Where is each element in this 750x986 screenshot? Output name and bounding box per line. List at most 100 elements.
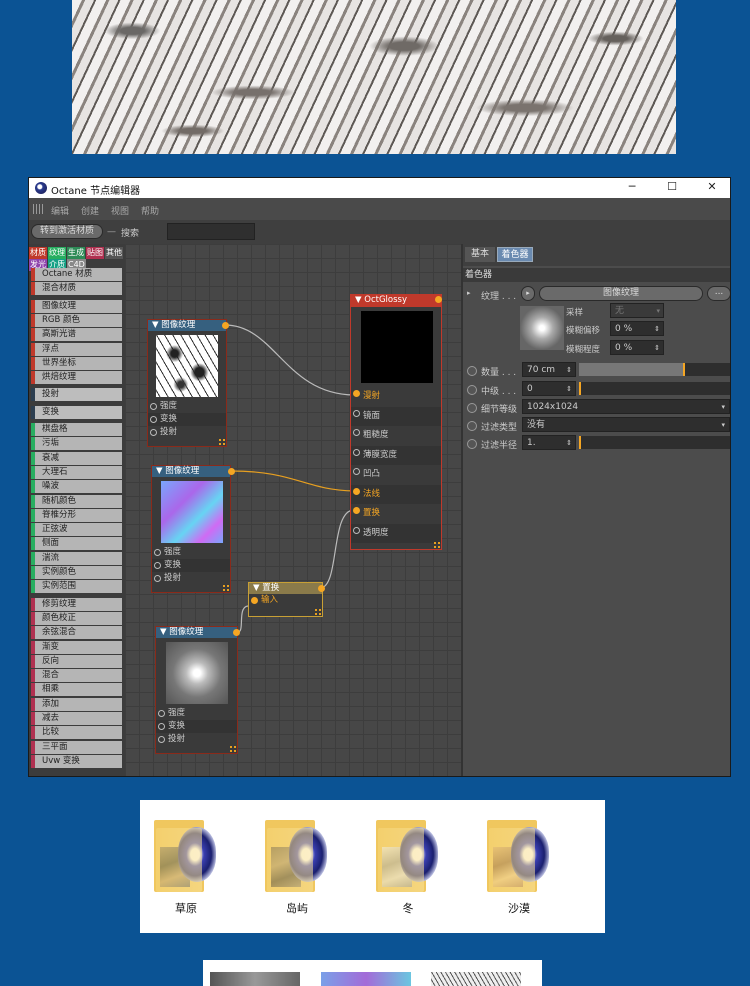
output-port[interactable]	[318, 585, 325, 592]
palette-item[interactable]: 反向	[31, 654, 122, 668]
palette-item[interactable]: 侧面	[31, 537, 122, 551]
pin-img2[interactable]: 变换	[152, 559, 230, 572]
search-input[interactable]	[167, 223, 255, 240]
palette-item[interactable]: 修剪纹理	[31, 597, 122, 611]
filter-radius-field[interactable]: 1. ⇕	[522, 435, 576, 450]
output-port[interactable]	[233, 629, 240, 636]
mid-slider[interactable]	[579, 382, 730, 395]
palette-item[interactable]: 比较	[31, 726, 122, 740]
palette-item[interactable]: 高斯光谱	[31, 328, 122, 342]
pin-glossy[interactable]: 置换	[351, 504, 441, 524]
palette-item[interactable]: 余弦混合	[31, 626, 122, 640]
palette-item[interactable]: 棋盘格	[31, 423, 122, 436]
palette-item[interactable]: 污垢	[31, 437, 122, 451]
palette-item[interactable]: 正弦波	[31, 523, 122, 537]
palette-item[interactable]: 噪波	[31, 480, 122, 494]
amount-radio[interactable]	[467, 366, 477, 376]
palette-item[interactable]: 混合	[31, 669, 122, 683]
output-port[interactable]	[222, 322, 229, 329]
palette-item[interactable]: 浮点	[31, 342, 122, 356]
palette-item[interactable]: 世界坐标	[31, 356, 122, 370]
palette-item[interactable]: 随机颜色	[31, 494, 122, 508]
resize-grip-icon[interactable]	[230, 746, 236, 752]
pin-glossy[interactable]: 薄膜宽度	[351, 445, 441, 465]
pin-glossy[interactable]: 透明度	[351, 523, 441, 543]
resize-grip-icon[interactable]	[223, 585, 229, 591]
palette-item[interactable]: 投射	[31, 388, 122, 402]
palette-item[interactable]: 颜色校正	[31, 611, 122, 625]
pin-img3[interactable]: 强度	[156, 707, 237, 720]
texture-shader-button[interactable]: 图像纹理	[539, 286, 703, 301]
image-texture-node-2[interactable]: ▼ 图像纹理 强度 变换 投射	[151, 465, 231, 593]
mid-radio[interactable]	[467, 385, 477, 395]
palette-item[interactable]: 脊椎分形	[31, 508, 122, 522]
folder-desert[interactable]	[487, 812, 551, 892]
palette-tab[interactable]: 贴图	[86, 247, 104, 259]
pin-glossy[interactable]: 镜面	[351, 406, 441, 426]
resize-grip-icon[interactable]	[434, 542, 440, 548]
pin-glossy[interactable]: 漫射	[351, 387, 441, 407]
amount-field[interactable]: 70 cm ⇕	[522, 362, 576, 377]
palette-tab[interactable]: 纹理	[48, 247, 66, 259]
filter-radio[interactable]	[467, 421, 477, 431]
goto-active-material-button[interactable]: 转到激活材质	[31, 224, 103, 239]
folder-grassland[interactable]	[154, 812, 218, 892]
palette-tab[interactable]: 材质	[29, 247, 47, 259]
palette-item[interactable]: 烘焙纹理	[31, 371, 122, 385]
output-port[interactable]	[228, 468, 235, 475]
pin-img1[interactable]: 变换	[148, 413, 226, 426]
palette-item[interactable]: 大理石	[31, 465, 122, 479]
sampling-select[interactable]: 无 ▾	[610, 303, 664, 318]
palette-tab[interactable]: 生成	[67, 247, 85, 259]
resize-grip-icon[interactable]	[315, 609, 321, 615]
folder-island[interactable]	[265, 812, 329, 892]
menu-help[interactable]: 帮助	[141, 204, 159, 217]
maximize-button[interactable]: ☐	[657, 180, 687, 196]
octglossy-node[interactable]: ▼ OctGlossy 漫射 镜面 粗糙度 薄膜宽度 凹凸 法线 置换 透明度	[350, 294, 442, 550]
image-texture-node-1[interactable]: ▼ 图像纹理 强度 变换 投射	[147, 319, 227, 447]
pin-img3[interactable]: 投射	[156, 733, 237, 746]
pin-glossy[interactable]: 法线	[351, 484, 441, 504]
mid-field[interactable]: 0 ⇕	[522, 381, 576, 396]
image-texture-node-3[interactable]: ▼ 图像纹理 强度 变换 投射	[155, 626, 238, 754]
output-port[interactable]	[435, 296, 442, 303]
texture-arrow-button[interactable]: ▸	[521, 286, 535, 301]
pin-input[interactable]: 输入	[249, 594, 322, 607]
tab-shader[interactable]: 着色器	[497, 247, 533, 262]
palette-item[interactable]: 湍流	[31, 551, 122, 565]
palette-item[interactable]: RGB 颜色	[31, 313, 122, 327]
palette-item[interactable]: 混合材质	[31, 282, 122, 296]
pin-img2[interactable]: 强度	[152, 546, 230, 559]
palette-item[interactable]: 相乘	[31, 683, 122, 697]
displacement-node[interactable]: ▼ 置换 输入	[248, 582, 323, 617]
palette-item[interactable]: 图像纹理	[31, 299, 122, 313]
node-canvas[interactable]: ▼ 图像纹理 强度 变换 投射 ▼ 图像纹理 强度 变换 投射 ▼ 置换 输入 ▼ 图像…	[125, 244, 461, 776]
pin-img2[interactable]: 投射	[152, 572, 230, 585]
pin-glossy[interactable]: 粗糙度	[351, 426, 441, 446]
pin-glossy[interactable]: 凹凸	[351, 465, 441, 485]
palette-item[interactable]: 减去	[31, 712, 122, 725]
blur-offset-field[interactable]: 0 % ⇕	[610, 321, 664, 336]
palette-item[interactable]: 渐变	[31, 640, 122, 654]
pin-img1[interactable]: 强度	[148, 400, 226, 413]
palette-tab[interactable]: 其他	[105, 247, 123, 259]
detail-radio[interactable]	[467, 403, 477, 413]
resize-grip-icon[interactable]	[219, 439, 225, 445]
folder-winter[interactable]	[376, 812, 440, 892]
palette-item[interactable]: Octane 材质	[31, 268, 122, 281]
palette-item[interactable]: Uvw 变换	[31, 754, 122, 768]
texture-more-button[interactable]: ...	[707, 286, 730, 301]
palette-item[interactable]: 添加	[31, 697, 122, 711]
menu-view[interactable]: 视图	[111, 204, 129, 217]
filter-radius-slider[interactable]	[579, 436, 730, 449]
filter-select[interactable]: 没有 ▾	[522, 417, 730, 432]
detail-select[interactable]: 1024x1024 ▾	[522, 399, 730, 414]
blur-scale-field[interactable]: 0 % ⇕	[610, 340, 664, 355]
palette-item[interactable]: 三平面	[31, 740, 122, 754]
close-button[interactable]: ✕	[697, 180, 727, 196]
filter-radius-radio[interactable]	[467, 439, 477, 449]
amount-slider[interactable]	[579, 363, 730, 376]
minimize-button[interactable]: ─	[617, 180, 647, 196]
tab-basic[interactable]: 基本	[465, 247, 495, 262]
palette-item[interactable]: 变换	[31, 405, 122, 419]
